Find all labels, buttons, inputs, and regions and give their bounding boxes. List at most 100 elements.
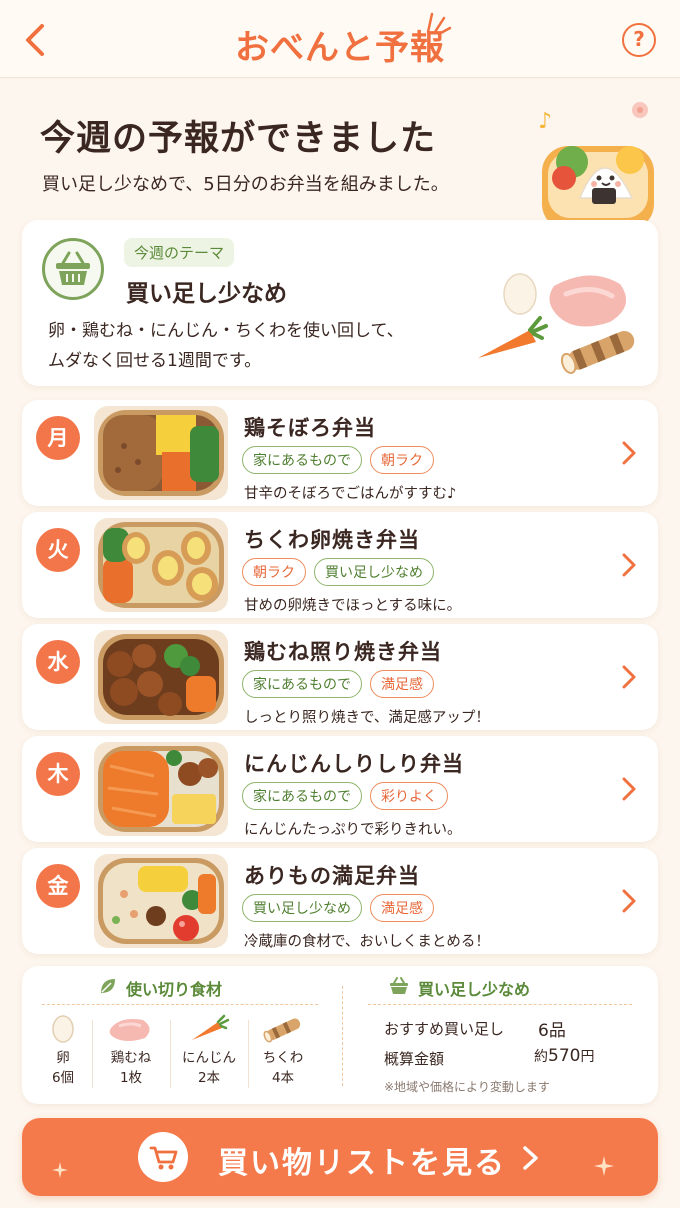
day-card-fri[interactable]: 金 ありもの満足弁当 買い足し少なめ 満足感 冷蔵庫の食材で、おいしくまとめる！ bbox=[22, 848, 658, 954]
divider bbox=[92, 1020, 93, 1088]
tag: 満足感 bbox=[370, 670, 434, 698]
meal-title: にんじんしりしり弁当 bbox=[244, 752, 464, 776]
day-badge: 火 bbox=[36, 528, 80, 572]
summary-card: 使い切り食材 卵 6個 鶏むね 1枚 にんじん 2本 ちくわ 4本 買い足し少な… bbox=[22, 966, 658, 1104]
meal-title: 鶏むね照り焼き弁当 bbox=[244, 640, 442, 664]
tag: 家にあるもので bbox=[242, 446, 362, 474]
egg-icon bbox=[52, 1015, 74, 1043]
day-card-thu[interactable]: 木 にんじんしりしり弁当 家にあるもので 彩りよく にんじんたっぷりで彩りきれい… bbox=[22, 736, 658, 842]
meal-photo-chikuwa bbox=[94, 518, 228, 612]
help-button[interactable]: ? bbox=[622, 23, 656, 57]
tag-list: 家にあるもので 朝ラク bbox=[242, 446, 434, 474]
day-card-mon[interactable]: 月 鶏そぼろ弁当 家にあるもので 朝ラク 甘辛のそぼろでごはんがすすむ♪ bbox=[22, 400, 658, 506]
ingredient-chikuwa: ちくわ 4本 bbox=[248, 1014, 318, 1088]
ingredient-qty: 1枚 bbox=[119, 1070, 143, 1086]
ingredient-name: ちくわ bbox=[262, 1050, 304, 1066]
chevron-right-icon bbox=[622, 665, 636, 689]
ingredients-heading: 使い切り食材 bbox=[126, 980, 223, 999]
sparkle-icon bbox=[426, 12, 452, 36]
ingredient-qty: 4本 bbox=[271, 1070, 295, 1086]
meal-title: ありもの満足弁当 bbox=[244, 864, 420, 888]
cost-prefix: 約 bbox=[534, 1049, 548, 1065]
basket-icon bbox=[390, 977, 408, 994]
svg-text:♪: ♪ bbox=[538, 109, 552, 134]
meal-photo-arimono bbox=[94, 854, 228, 948]
ingredient-name: 卵 bbox=[56, 1050, 70, 1066]
cost-unit: 円 bbox=[580, 1049, 595, 1065]
sparkle-icon bbox=[52, 1162, 68, 1178]
divider bbox=[42, 1004, 318, 1005]
chevron-right-icon bbox=[622, 777, 636, 801]
cart-icon bbox=[149, 1146, 178, 1170]
tag: 満足感 bbox=[370, 894, 434, 922]
divider bbox=[170, 1020, 171, 1088]
chevron-right-icon bbox=[622, 553, 636, 577]
meal-photo-shirishiri bbox=[94, 742, 228, 836]
sparkle-icon bbox=[594, 1156, 614, 1176]
theme-title: 買い足し少なめ bbox=[126, 281, 287, 307]
price-note: ※地域や価格により変動します bbox=[384, 1080, 550, 1094]
basket-icon bbox=[56, 251, 90, 285]
meal-photo-teriyaki bbox=[94, 630, 228, 724]
ingredient-name: にんじん bbox=[182, 1050, 236, 1066]
day-badge: 木 bbox=[36, 752, 80, 796]
ingredient-carrot: にんじん 2本 bbox=[174, 1014, 244, 1088]
meal-description: にんじんたっぷりで彩りきれい。 bbox=[244, 822, 462, 838]
day-badge: 水 bbox=[36, 640, 80, 684]
meal-title: 鶏そぼろ弁当 bbox=[244, 416, 376, 440]
buy-count-label: おすすめ買い足し bbox=[384, 1020, 505, 1038]
day-badge: 金 bbox=[36, 864, 80, 908]
app-header: おべんと予報 ? bbox=[0, 0, 680, 78]
theme-desc-line: 卵・鶏むね・にんじん・ちくわを使い回して、 bbox=[48, 321, 404, 341]
cost-label: 概算金額 bbox=[384, 1050, 445, 1068]
tag: 買い足し少なめ bbox=[314, 558, 434, 586]
tag: 家にあるもので bbox=[242, 782, 362, 810]
tag-list: 買い足し少なめ 満足感 bbox=[242, 894, 434, 922]
ingredient-chicken: 鶏むね 1枚 bbox=[96, 1014, 166, 1088]
tag: 朝ラク bbox=[242, 558, 306, 586]
day-card-tue[interactable]: 火 ちくわ卵焼き弁当 朝ラク 買い足し少なめ 甘めの卵焼きでほっとする味に。 bbox=[22, 512, 658, 618]
theme-chip: 今週のテーマ bbox=[124, 238, 235, 267]
basket-badge bbox=[42, 238, 104, 300]
theme-description: 卵・鶏むね・にんじん・ちくわを使い回して、 ムダなく回せる1週間です。 bbox=[48, 316, 468, 376]
day-badge: 月 bbox=[36, 416, 80, 460]
tag: 朝ラク bbox=[370, 446, 434, 474]
buy-count-value: 6品 bbox=[538, 1021, 566, 1041]
chikuwa-icon bbox=[263, 1018, 301, 1043]
cost-amount: 570 bbox=[548, 1046, 581, 1066]
ingredients-illustration bbox=[478, 273, 635, 375]
meal-photo-soboro bbox=[94, 406, 228, 500]
onigiri-bento-illustration: ♪ bbox=[538, 102, 654, 230]
chevron-right-icon bbox=[622, 889, 636, 913]
page-subline: 買い足し少なめで、5日分のお弁当を組みました。 bbox=[42, 174, 449, 195]
tag: 家にあるもので bbox=[242, 670, 362, 698]
theme-card: 今週のテーマ 買い足し少なめ 卵・鶏むね・にんじん・ちくわを使い回して、 ムダな… bbox=[22, 220, 658, 386]
meal-description: 甘めの卵焼きでほっとする味に。 bbox=[244, 598, 462, 614]
meal-description: 甘辛のそぼろでごはんがすすむ♪ bbox=[244, 486, 457, 502]
ingredient-egg: 卵 6個 bbox=[28, 1014, 98, 1088]
tag: 買い足し少なめ bbox=[242, 894, 362, 922]
tag-list: 家にあるもので 彩りよく bbox=[242, 782, 448, 810]
meal-description: 冷蔵庫の食材で、おいしくまとめる！ bbox=[244, 934, 490, 950]
vertical-divider bbox=[342, 986, 343, 1086]
tag-list: 朝ラク 買い足し少なめ bbox=[242, 558, 434, 586]
leaf-icon bbox=[101, 979, 115, 993]
cta-label: 買い物リストを見る bbox=[218, 1146, 506, 1181]
meal-title: ちくわ卵焼き弁当 bbox=[244, 528, 420, 552]
page-headline: 今週の予報ができました bbox=[40, 119, 437, 159]
tag-list: 家にあるもので 満足感 bbox=[242, 670, 434, 698]
chicken-breast-icon bbox=[109, 1019, 150, 1041]
theme-desc-line: ムダなく回せる1週間です。 bbox=[48, 351, 262, 371]
buy-heading: 買い足し少なめ bbox=[418, 980, 531, 999]
ingredient-qty: 6個 bbox=[51, 1070, 75, 1086]
app-title: おべんと予報 bbox=[235, 28, 445, 68]
ingredient-name: 鶏むね bbox=[110, 1050, 152, 1066]
cart-badge bbox=[138, 1132, 188, 1182]
shopping-list-button[interactable]: 買い物リストを見る bbox=[22, 1118, 658, 1196]
divider bbox=[368, 1004, 632, 1005]
chevron-right-icon bbox=[523, 1146, 538, 1170]
carrot-icon bbox=[192, 1014, 230, 1040]
chevron-right-icon bbox=[622, 441, 636, 465]
day-card-wed[interactable]: 水 鶏むね照り焼き弁当 家にあるもので 満足感 しっとり照り焼きで、満足感アップ… bbox=[22, 624, 658, 730]
meal-description: しっとり照り焼きで、満足感アップ！ bbox=[244, 710, 490, 726]
